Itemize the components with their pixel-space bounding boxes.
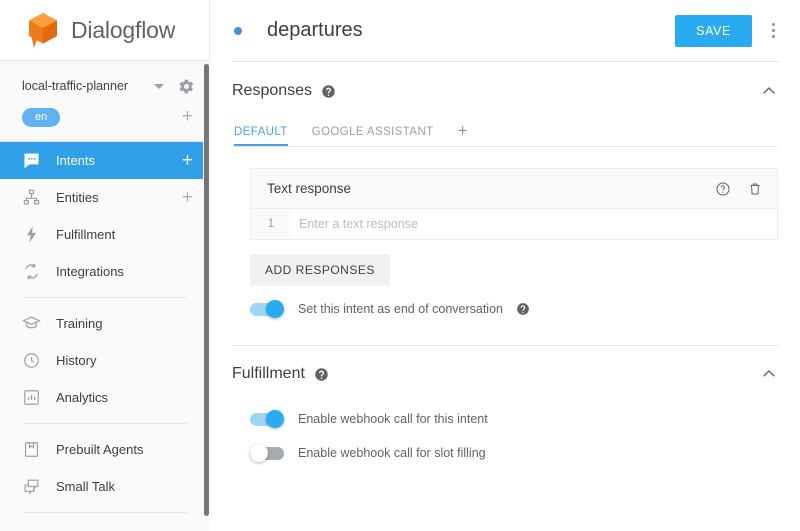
trash-icon[interactable]	[747, 181, 763, 197]
sidebar-item-label: Integrations	[56, 264, 124, 279]
speech-bubble-icon	[22, 151, 41, 170]
response-platform-tabs: DEFAULT GOOGLE ASSISTANT +	[232, 114, 778, 147]
webhook-slot-filling-toggle[interactable]	[250, 444, 284, 462]
save-button[interactable]: SAVE	[675, 14, 752, 47]
help-circle-icon[interactable]	[321, 84, 336, 99]
text-response-card: Text response 1 Enter a text response	[250, 168, 778, 240]
agent-selector[interactable]: local-traffic-planner	[0, 70, 209, 102]
sidebar-item-analytics[interactable]: Analytics	[0, 379, 209, 416]
add-entity-plus-icon[interactable]: +	[182, 188, 193, 207]
gear-icon[interactable]	[178, 78, 195, 95]
kebab-menu-icon[interactable]	[760, 18, 786, 44]
brand-name: Dialogflow	[71, 16, 176, 43]
chat-bubbles-icon	[22, 477, 41, 496]
bar-chart-icon	[22, 388, 41, 407]
sync-arrows-icon	[22, 262, 41, 281]
chevron-down-icon[interactable]	[154, 83, 164, 89]
unsaved-dot	[234, 26, 242, 35]
sidebar-item-intents[interactable]: Intents +	[0, 142, 209, 179]
sidebar-item-label: Analytics	[56, 390, 109, 405]
text-response-row: 1	[251, 209, 777, 239]
responses-section: Responses DEFAULT GOOGLE ASSISTANT + Tex…	[232, 62, 778, 318]
add-responses-button[interactable]: ADD RESPONSES	[250, 254, 390, 286]
dialogflow-console: Dialogflow local-traffic-planner en + In…	[0, 0, 800, 531]
sidebar-item-history[interactable]: History	[0, 342, 209, 379]
text-response-title: Text response	[267, 181, 352, 196]
toggle-knob	[250, 444, 268, 462]
graduation-cap-icon	[22, 314, 41, 333]
webhook-slot-filling-label: Enable webhook call for slot filling	[298, 446, 486, 460]
entity-tree-icon	[22, 188, 41, 207]
fulfillment-section: Fulfillment Enable webhook call for this…	[232, 346, 778, 462]
sidebar-item-label: Entities	[56, 190, 99, 205]
clock-icon	[22, 351, 41, 370]
webhook-slot-filling-row: Enable webhook call for slot filling	[250, 444, 778, 462]
main-content: Responses DEFAULT GOOGLE ASSISTANT + Tex…	[210, 61, 800, 462]
toggle-knob	[266, 410, 284, 428]
sidebar-item-label: Training	[56, 316, 103, 331]
sidebar-divider	[22, 512, 187, 513]
responses-title: Responses	[232, 82, 313, 99]
kebab-dot	[771, 35, 775, 38]
sidebar-item-label: Fulfillment	[56, 227, 116, 242]
add-language-plus-icon[interactable]: +	[182, 107, 193, 126]
webhook-intent-toggle[interactable]	[250, 410, 284, 428]
sidebar-item-entities[interactable]: Entities +	[0, 179, 209, 216]
sidebar-item-label: Prebuilt Agents	[56, 442, 144, 457]
language-row: en +	[0, 102, 209, 132]
lightning-bolt-icon	[22, 225, 41, 244]
end-of-conversation-label: Set this intent as end of conversation	[298, 302, 503, 316]
sidebar-item-fulfillment[interactable]: Fulfillment	[0, 216, 209, 253]
main-panel: departures SAVE Responses DEFAULT GOOGLE…	[210, 0, 800, 531]
toggle-knob	[266, 300, 284, 318]
brand-header: Dialogflow	[0, 0, 209, 61]
fulfillment-title: Fulfillment	[232, 365, 305, 382]
language-chip-en[interactable]: en	[22, 107, 61, 127]
sidebar-item-label: Intents	[56, 153, 96, 168]
intent-header: departures SAVE	[210, 0, 800, 61]
text-response-input[interactable]	[291, 209, 777, 239]
sidebar-item-label: Small Talk	[56, 479, 116, 494]
fulfillment-header: Fulfillment	[232, 346, 778, 396]
sidebar-divider	[22, 423, 187, 424]
sidebar-item-docs[interactable]: Docs	[0, 520, 209, 531]
responses-header: Responses	[232, 62, 778, 114]
tab-default[interactable]: DEFAULT	[234, 126, 288, 146]
sidebar-item-training[interactable]: Training	[0, 305, 209, 342]
sidebar-item-integrations[interactable]: Integrations	[0, 253, 209, 290]
add-platform-plus-icon[interactable]: +	[458, 121, 468, 146]
kebab-dot	[771, 23, 775, 26]
sidebar-scrollbar[interactable]	[204, 64, 209, 516]
tab-google-assistant[interactable]: GOOGLE ASSISTANT	[312, 126, 434, 146]
chevron-up-icon[interactable]	[760, 82, 778, 100]
sidebar: Dialogflow local-traffic-planner en + In…	[0, 0, 210, 531]
end-of-conversation-row: Set this intent as end of conversation	[250, 300, 778, 318]
help-circle-icon[interactable]	[715, 181, 731, 197]
book-icon	[22, 440, 41, 459]
chevron-up-icon[interactable]	[760, 365, 778, 383]
kebab-dot	[771, 29, 775, 32]
webhook-intent-row: Enable webhook call for this intent	[250, 410, 778, 428]
sidebar-item-label: History	[56, 353, 97, 368]
agent-name: local-traffic-planner	[22, 79, 129, 93]
add-intent-plus-icon[interactable]: +	[182, 151, 193, 170]
sidebar-item-small-talk[interactable]: Small Talk	[0, 468, 209, 505]
help-circle-icon[interactable]	[516, 302, 530, 316]
text-response-card-header: Text response	[251, 169, 777, 209]
end-of-conversation-toggle[interactable]	[250, 300, 284, 318]
help-circle-icon[interactable]	[314, 367, 329, 382]
dialogflow-cube-logo	[26, 11, 60, 49]
webhook-intent-label: Enable webhook call for this intent	[298, 412, 488, 426]
sidebar-item-prebuilt-agents[interactable]: Prebuilt Agents	[0, 431, 209, 468]
response-line-number: 1	[251, 209, 291, 239]
page-title: departures	[267, 19, 363, 41]
sidebar-divider	[22, 297, 187, 298]
